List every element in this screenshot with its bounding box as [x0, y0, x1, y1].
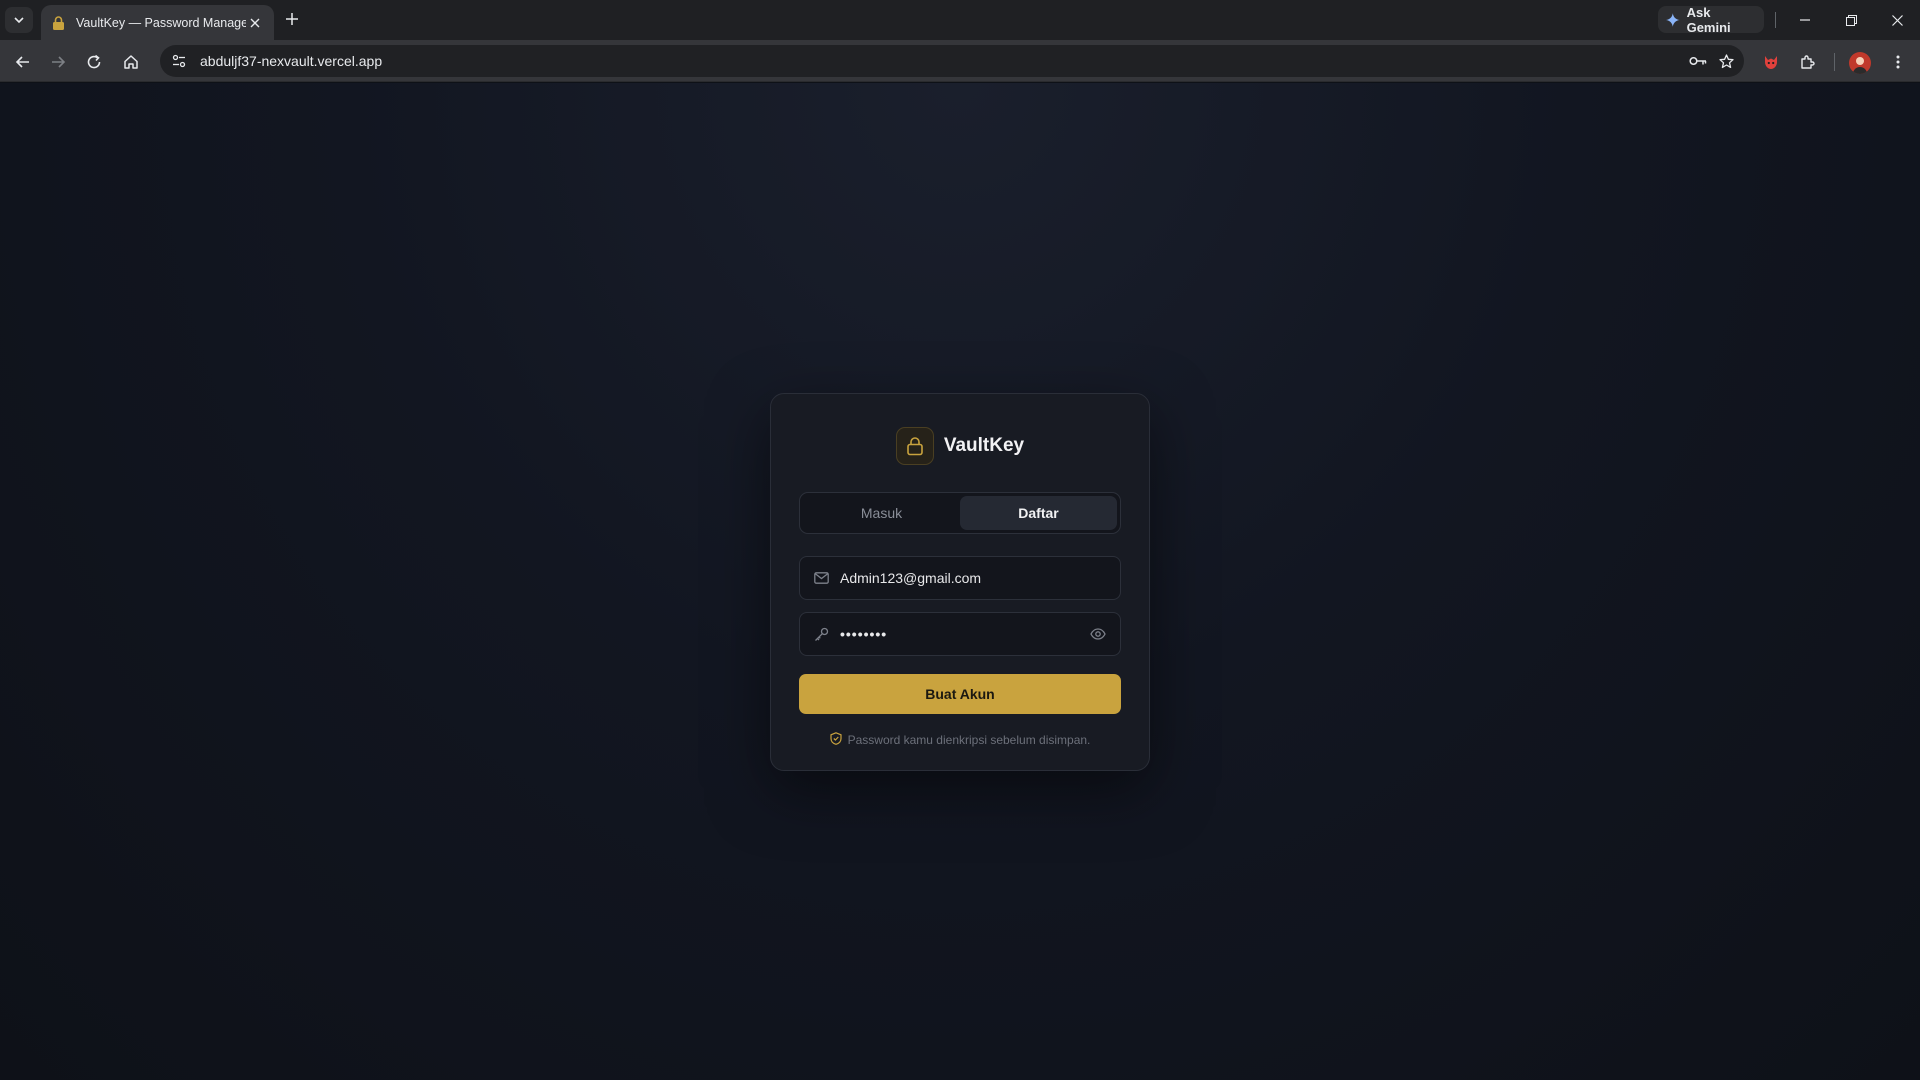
email-input[interactable]: Admin123@gmail.com [840, 570, 1108, 586]
chevron-down-icon [14, 17, 24, 24]
create-account-button[interactable]: Buat Akun [799, 674, 1121, 714]
password-field[interactable]: •••••••• [799, 612, 1121, 656]
gemini-sparkle-icon [1666, 12, 1680, 27]
ask-gemini-label: Ask Gemini [1686, 4, 1731, 35]
tab-masuk[interactable]: Masuk [803, 496, 960, 530]
home-icon [124, 55, 138, 69]
eye-icon[interactable] [1088, 624, 1108, 644]
extensions-puzzle-icon[interactable] [1795, 49, 1821, 75]
email-field[interactable]: Admin123@gmail.com [799, 556, 1121, 600]
tab-daftar[interactable]: Daftar [960, 496, 1117, 530]
restore-button[interactable] [1828, 0, 1874, 40]
arrow-right-icon [52, 56, 66, 68]
browser-toolbar: abduljf37-nexvault.vercel.app [0, 40, 1920, 82]
lock-favicon-icon [51, 15, 66, 30]
minimize-button[interactable] [1782, 0, 1828, 40]
close-window-button[interactable] [1874, 0, 1920, 40]
toolbar-divider [1834, 53, 1835, 71]
home-button[interactable] [118, 49, 144, 75]
new-tab-button[interactable] [282, 9, 302, 29]
restore-icon [1845, 14, 1857, 26]
browser-tab-active[interactable]: VaultKey — Password Manager [41, 5, 274, 40]
tab-close-icon[interactable] [246, 14, 264, 32]
page-background: VaultKey Masuk Daftar Admin123@gmail.com… [0, 83, 1920, 1080]
address-bar[interactable]: abduljf37-nexvault.vercel.app [160, 45, 1744, 77]
password-key-icon[interactable] [1684, 47, 1712, 75]
encryption-note: Password kamu dienkripsi sebelum disimpa… [771, 732, 1149, 748]
plus-icon [286, 13, 298, 25]
browser-titlebar: VaultKey — Password Manager Ask Gemini [0, 0, 1920, 40]
ask-gemini-button[interactable]: Ask Gemini [1658, 4, 1764, 35]
profile-avatar[interactable] [1849, 52, 1871, 74]
auth-tabs: Masuk Daftar [799, 492, 1121, 534]
forward-button[interactable] [45, 49, 71, 75]
shield-check-icon [830, 732, 842, 748]
browser-menu-icon[interactable] [1885, 49, 1911, 75]
reload-button[interactable] [81, 49, 107, 75]
tab-title: VaultKey — Password Manager [76, 15, 246, 30]
lock-logo-icon [895, 427, 934, 465]
tab-search-button[interactable] [5, 7, 33, 33]
extension-fox-icon[interactable] [1758, 49, 1784, 75]
back-button[interactable] [10, 49, 36, 75]
site-info-icon[interactable] [166, 48, 192, 74]
brand-header: VaultKey [771, 426, 1149, 466]
titlebar-divider [1775, 12, 1776, 28]
bookmark-star-icon[interactable] [1712, 47, 1740, 75]
close-icon [1891, 14, 1903, 26]
mail-icon [812, 569, 830, 587]
arrow-left-icon [15, 56, 29, 68]
avatar-head [1856, 57, 1864, 65]
url-text[interactable]: abduljf37-nexvault.vercel.app [200, 53, 1684, 69]
reload-icon [87, 54, 101, 69]
minimize-icon [1800, 19, 1810, 21]
password-input[interactable]: •••••••• [840, 626, 1088, 642]
brand-name: VaultKey [943, 435, 1025, 456]
encryption-note-text: Password kamu dienkripsi sebelum disimpa… [847, 733, 1091, 747]
key-icon [812, 625, 830, 643]
auth-card: VaultKey Masuk Daftar Admin123@gmail.com… [770, 393, 1150, 771]
